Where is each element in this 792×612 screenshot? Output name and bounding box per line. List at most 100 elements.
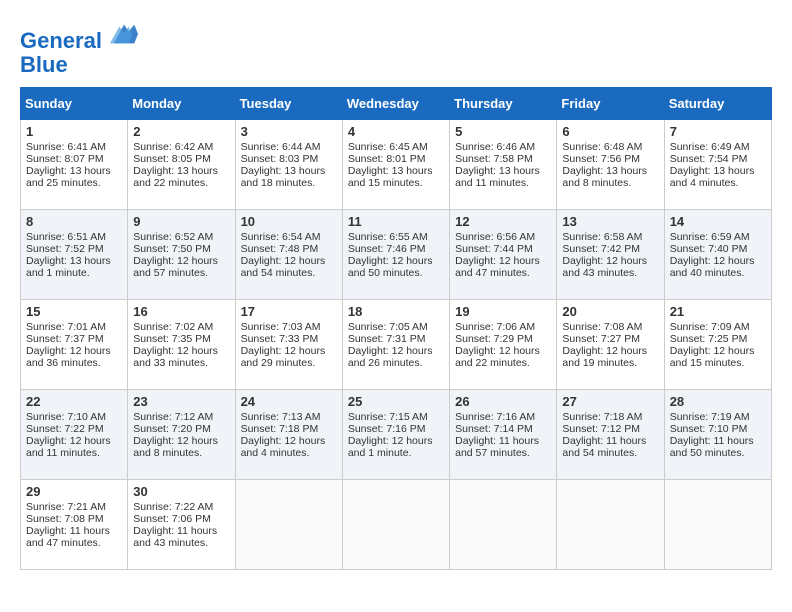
day-info-line: Sunset: 7:31 PM bbox=[348, 333, 444, 345]
day-info-line: Sunset: 8:05 PM bbox=[133, 153, 229, 165]
calendar-cell bbox=[450, 480, 557, 570]
calendar-header-row: SundayMondayTuesdayWednesdayThursdayFrid… bbox=[21, 88, 772, 120]
calendar-week-5: 29Sunrise: 7:21 AMSunset: 7:08 PMDayligh… bbox=[21, 480, 772, 570]
day-info-line: Sunrise: 7:05 AM bbox=[348, 321, 444, 333]
day-info-line: Sunrise: 7:18 AM bbox=[562, 411, 658, 423]
day-info-line: Sunrise: 7:15 AM bbox=[348, 411, 444, 423]
day-number: 8 bbox=[26, 214, 122, 229]
day-number: 20 bbox=[562, 304, 658, 319]
day-info-line: Daylight: 12 hours bbox=[133, 345, 229, 357]
day-info-line: and 19 minutes. bbox=[562, 357, 658, 369]
calendar-cell: 1Sunrise: 6:41 AMSunset: 8:07 PMDaylight… bbox=[21, 120, 128, 210]
day-info-line: Sunrise: 6:55 AM bbox=[348, 231, 444, 243]
calendar-cell: 13Sunrise: 6:58 AMSunset: 7:42 PMDayligh… bbox=[557, 210, 664, 300]
day-number: 10 bbox=[241, 214, 337, 229]
day-number: 30 bbox=[133, 484, 229, 499]
calendar-table: SundayMondayTuesdayWednesdayThursdayFrid… bbox=[20, 87, 772, 570]
day-number: 4 bbox=[348, 124, 444, 139]
day-info-line: Daylight: 12 hours bbox=[348, 345, 444, 357]
day-info-line: Daylight: 13 hours bbox=[26, 255, 122, 267]
day-info-line: Sunrise: 6:45 AM bbox=[348, 141, 444, 153]
day-info-line: and 4 minutes. bbox=[670, 177, 766, 189]
logo-icon bbox=[110, 20, 138, 48]
day-number: 15 bbox=[26, 304, 122, 319]
day-number: 11 bbox=[348, 214, 444, 229]
header-thursday: Thursday bbox=[450, 88, 557, 120]
day-info-line: Sunset: 7:16 PM bbox=[348, 423, 444, 435]
day-info-line: Daylight: 11 hours bbox=[670, 435, 766, 447]
day-info-line: Daylight: 13 hours bbox=[670, 165, 766, 177]
day-number: 2 bbox=[133, 124, 229, 139]
day-info-line: Sunset: 7:29 PM bbox=[455, 333, 551, 345]
day-info-line: and 15 minutes. bbox=[670, 357, 766, 369]
day-info-line: Daylight: 13 hours bbox=[241, 165, 337, 177]
day-info-line: and 40 minutes. bbox=[670, 267, 766, 279]
day-info-line: Sunrise: 7:09 AM bbox=[670, 321, 766, 333]
header-sunday: Sunday bbox=[21, 88, 128, 120]
calendar-cell bbox=[557, 480, 664, 570]
day-info-line: Daylight: 11 hours bbox=[26, 525, 122, 537]
calendar-week-4: 22 Sunrise: 7:10 AMSunset: 7:22 PM Dayligh… bbox=[21, 390, 772, 480]
day-info-line: Sunrise: 7:19 AM bbox=[670, 411, 766, 423]
day-info-line: Daylight: 13 hours bbox=[133, 165, 229, 177]
day-number: 13 bbox=[562, 214, 658, 229]
day-info-line: and 57 minutes. bbox=[133, 267, 229, 279]
day-info-line: Sunrise: 6:48 AM bbox=[562, 141, 658, 153]
logo-blue: Blue bbox=[20, 52, 68, 77]
day-number: 9 bbox=[133, 214, 229, 229]
day-info-line: and 54 minutes. bbox=[241, 267, 337, 279]
day-info-line: Daylight: 11 hours bbox=[455, 435, 551, 447]
calendar-cell bbox=[342, 480, 449, 570]
day-number: 22 bbox=[26, 394, 122, 409]
day-info-line: Sunset: 7:48 PM bbox=[241, 243, 337, 255]
day-info-line: Daylight: 13 hours bbox=[26, 165, 122, 177]
day-info-line: Daylight: 12 hours bbox=[348, 255, 444, 267]
day-number: 7 bbox=[670, 124, 766, 139]
day-info-line: and 43 minutes. bbox=[133, 537, 229, 549]
page-header: General Blue bbox=[20, 20, 772, 77]
calendar-cell: 3Sunrise: 6:44 AMSunset: 8:03 PMDaylight… bbox=[235, 120, 342, 210]
day-info-line: and 36 minutes. bbox=[26, 357, 122, 369]
day-info-line: Sunset: 8:01 PM bbox=[348, 153, 444, 165]
header-friday: Friday bbox=[557, 88, 664, 120]
day-info-line: Sunrise: 6:59 AM bbox=[670, 231, 766, 243]
day-info-line: Daylight: 12 hours bbox=[348, 435, 444, 447]
day-info-line: and 11 minutes. bbox=[26, 447, 122, 459]
day-info-line: Daylight: 12 hours bbox=[670, 255, 766, 267]
day-info-line: and 1 minute. bbox=[26, 267, 122, 279]
day-info-line: Sunset: 7:22 PM bbox=[26, 423, 122, 435]
calendar-cell: 9Sunrise: 6:52 AMSunset: 7:50 PMDaylight… bbox=[128, 210, 235, 300]
day-info-line: and 50 minutes. bbox=[348, 267, 444, 279]
day-info-line: Daylight: 11 hours bbox=[133, 525, 229, 537]
day-info-line: Sunrise: 6:54 AM bbox=[241, 231, 337, 243]
calendar-cell: 29Sunrise: 7:21 AMSunset: 7:08 PMDayligh… bbox=[21, 480, 128, 570]
day-info-line: Daylight: 12 hours bbox=[562, 345, 658, 357]
day-number: 17 bbox=[241, 304, 337, 319]
day-info-line: Sunset: 7:12 PM bbox=[562, 423, 658, 435]
day-number: 21 bbox=[670, 304, 766, 319]
day-info-line: Daylight: 12 hours bbox=[133, 435, 229, 447]
day-info-line: Sunset: 7:40 PM bbox=[670, 243, 766, 255]
calendar-week-1: 1Sunrise: 6:41 AMSunset: 8:07 PMDaylight… bbox=[21, 120, 772, 210]
calendar-cell: 28Sunrise: 7:19 AMSunset: 7:10 PMDayligh… bbox=[664, 390, 771, 480]
calendar-cell: 21Sunrise: 7:09 AMSunset: 7:25 PMDayligh… bbox=[664, 300, 771, 390]
day-info-line: Sunset: 7:33 PM bbox=[241, 333, 337, 345]
day-info-line: Sunset: 7:25 PM bbox=[670, 333, 766, 345]
calendar-cell: 25Sunrise: 7:15 AMSunset: 7:16 PMDayligh… bbox=[342, 390, 449, 480]
day-info-line: Sunrise: 7:10 AM bbox=[26, 411, 122, 423]
day-info-line: Sunrise: 6:41 AM bbox=[26, 141, 122, 153]
day-info-line: Daylight: 12 hours bbox=[562, 255, 658, 267]
calendar-cell: 2Sunrise: 6:42 AMSunset: 8:05 PMDaylight… bbox=[128, 120, 235, 210]
calendar-cell: 6Sunrise: 6:48 AMSunset: 7:56 PMDaylight… bbox=[557, 120, 664, 210]
day-number: 18 bbox=[348, 304, 444, 319]
day-info-line: and 50 minutes. bbox=[670, 447, 766, 459]
day-info-line: Sunset: 7:56 PM bbox=[562, 153, 658, 165]
day-info-line: Sunrise: 7:12 AM bbox=[133, 411, 229, 423]
day-info-line: and 47 minutes. bbox=[26, 537, 122, 549]
calendar-cell: 30Sunrise: 7:22 AMSunset: 7:06 PMDayligh… bbox=[128, 480, 235, 570]
day-info-line: Sunrise: 6:58 AM bbox=[562, 231, 658, 243]
day-info-line: Sunset: 7:54 PM bbox=[670, 153, 766, 165]
calendar-cell: 17Sunrise: 7:03 AMSunset: 7:33 PMDayligh… bbox=[235, 300, 342, 390]
logo: General Blue bbox=[20, 20, 138, 77]
calendar-cell: 22Sunrise: 7:10 AMSunset: 7:22 PMDayligh… bbox=[21, 390, 128, 480]
